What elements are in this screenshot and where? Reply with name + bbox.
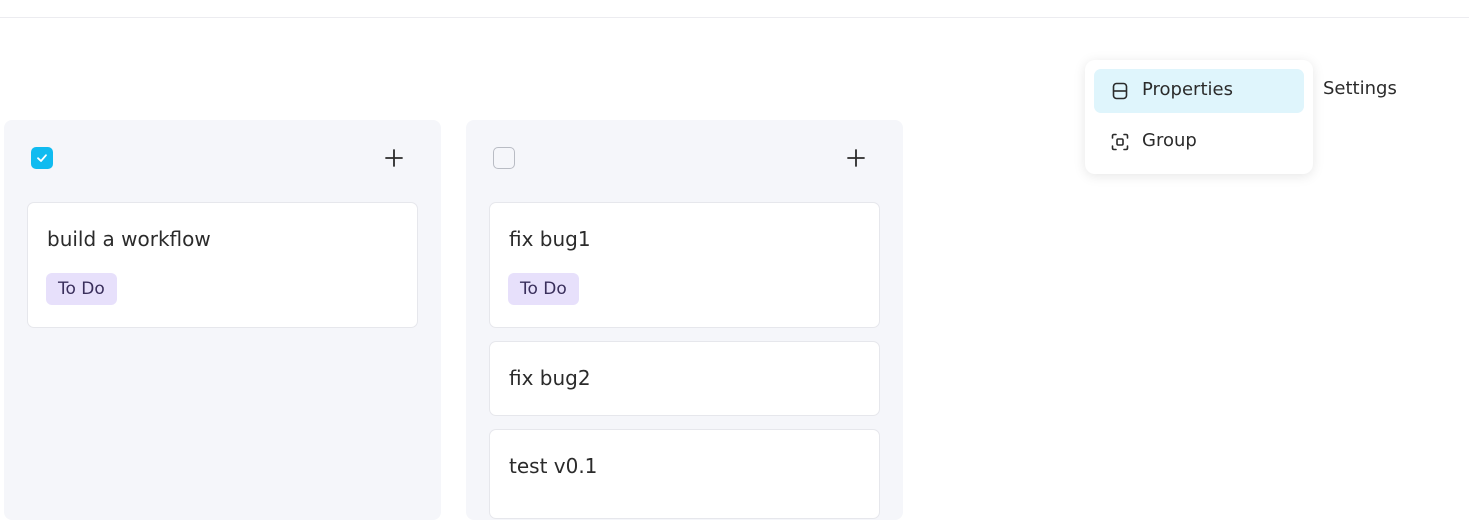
add-card-button[interactable] [844,146,868,170]
task-card[interactable]: fix bug1 To Do [489,202,880,328]
plus-icon [847,149,865,167]
menu-item-group[interactable]: Group [1094,120,1304,164]
menu-item-label: Properties [1142,79,1233,100]
header-divider [0,17,1469,18]
column-checkbox[interactable] [31,147,53,169]
board-column-1: build a workflow To Do [4,120,441,520]
settings-button[interactable]: Settings [1323,78,1397,99]
card-title: fix bug2 [509,366,591,390]
status-tag: To Do [508,273,579,305]
task-card[interactable]: fix bug2 [489,341,880,416]
properties-icon [1112,82,1128,100]
menu-item-properties[interactable]: Properties [1094,69,1304,113]
task-card[interactable]: build a workflow To Do [27,202,418,328]
board-column-2: fix bug1 To Do fix bug2 test v0.1 [466,120,903,520]
menu-item-label: Group [1142,130,1197,151]
status-tag: To Do [46,273,117,305]
view-options-menu: Properties Group [1085,60,1313,174]
task-card[interactable]: test v0.1 [489,429,880,519]
check-icon [37,154,47,162]
plus-icon [385,149,403,167]
card-title: build a workflow [47,227,211,251]
card-title: fix bug1 [509,227,591,251]
add-card-button[interactable] [382,146,406,170]
column-checkbox[interactable] [493,147,515,169]
group-icon [1111,133,1129,151]
card-title: test v0.1 [509,454,598,478]
